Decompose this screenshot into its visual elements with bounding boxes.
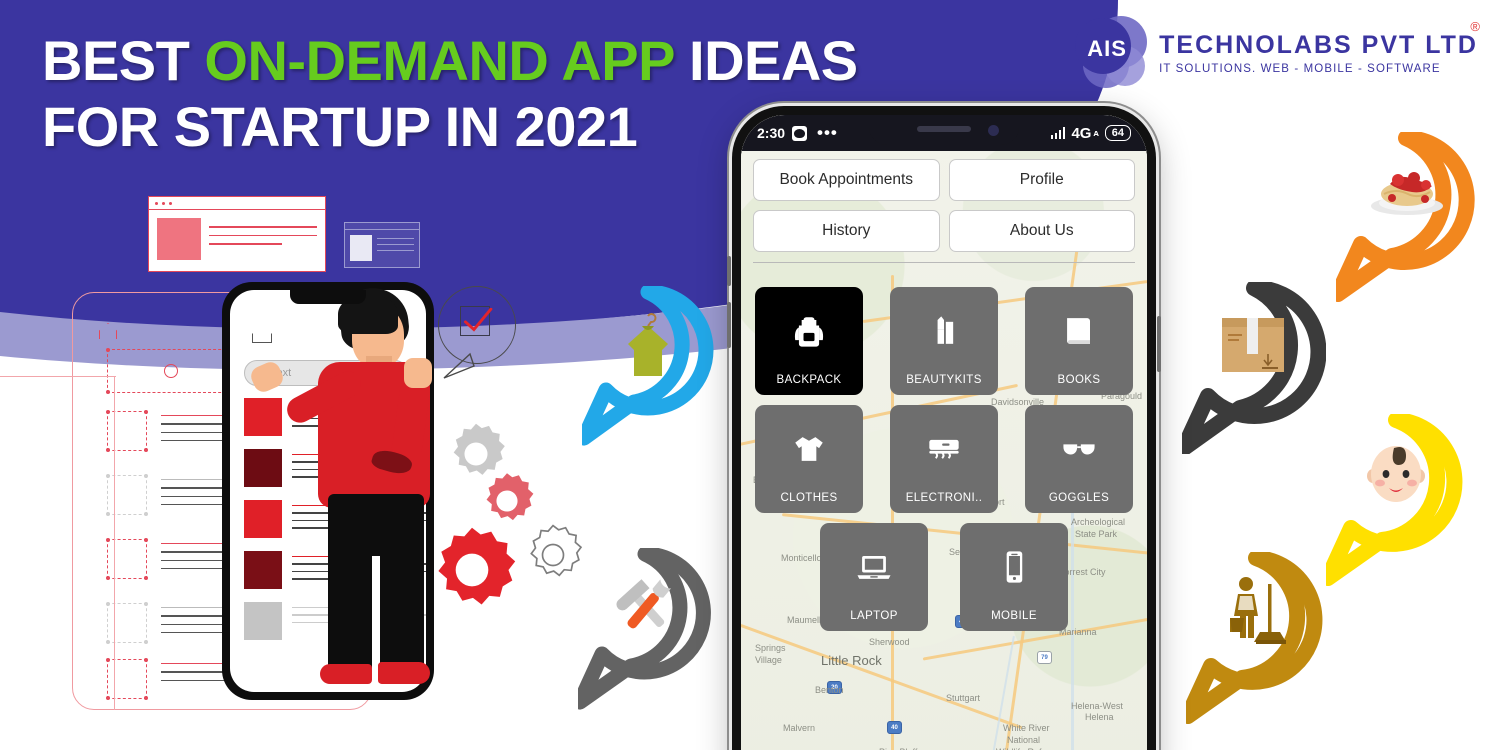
category-tile-clothes[interactable]: CLOTHES: [755, 405, 863, 513]
category-label: GOGGLES: [1048, 492, 1110, 504]
category-tile-laptop[interactable]: LAPTOP: [820, 523, 928, 631]
lipstick-icon: [890, 287, 998, 374]
front-camera: [988, 125, 999, 136]
wireframe-connector: [0, 376, 116, 378]
bubble-cleaning-service[interactable]: [1186, 552, 1326, 724]
bubble-handyman-service[interactable]: [578, 548, 712, 710]
mobile-icon: [960, 523, 1068, 610]
browser2-thumbnail: [350, 235, 372, 261]
map-label: Helena-West: [1071, 701, 1123, 711]
bubble-laundry-service[interactable]: [582, 286, 714, 446]
map-label: White River: [1003, 723, 1050, 733]
map-label: Village: [755, 655, 782, 665]
check-icon: [463, 308, 493, 332]
earpiece-speaker: [917, 126, 971, 132]
logo-mark-icon: AIS: [1075, 16, 1148, 90]
network-type: 4G: [1071, 124, 1092, 142]
tshirt-hanger-icon: [618, 310, 678, 382]
nav-button-about-us[interactable]: About Us: [948, 210, 1135, 252]
category-label: MOBILE: [991, 610, 1037, 622]
map-label: Helena: [1085, 712, 1114, 722]
browser-titlebar: [149, 197, 325, 210]
status-bar: 2:30 ••• 4G ᴀ 64: [741, 115, 1147, 151]
category-label: BEAUTYKITS: [906, 374, 982, 386]
headline-accent: ON-DEMAND APP: [204, 29, 674, 92]
bubble-babysitting-service[interactable]: [1326, 414, 1466, 586]
laptop-icon: [820, 523, 928, 610]
tshirt-icon: [755, 405, 863, 492]
pasta-plate-icon: [1368, 162, 1446, 218]
category-label: BOOKS: [1057, 374, 1101, 386]
checkbox-speech-bubble: [438, 286, 516, 379]
status-overflow-icon: •••: [817, 123, 838, 142]
company-tagline: IT SOLUTIONS. WEB - MOBILE - SOFTWARE: [1159, 63, 1441, 75]
hammer-wrench-icon: [608, 570, 682, 644]
bubble-food-delivery[interactable]: [1336, 132, 1476, 302]
browser2-text-lines: [377, 235, 414, 261]
package-box-icon: [1220, 316, 1286, 374]
book-icon: [1025, 287, 1133, 374]
status-time: 2:30: [757, 125, 786, 141]
browser-text-lines: [209, 218, 317, 260]
browser2-titlebar: [345, 223, 419, 230]
headline-pre: BEST: [42, 29, 205, 92]
phone-power-button[interactable]: [1157, 316, 1161, 372]
ac-unit-icon: [890, 405, 998, 492]
browser-wireframe-primary: [148, 196, 326, 272]
signal-bars-icon: [1050, 127, 1066, 139]
category-row: LAPTOP MOBILE: [755, 523, 1133, 631]
company-logo[interactable]: AIS ® TECHNOLABS PVT LTD IT SOLUTIONS. W…: [1075, 16, 1480, 90]
bubble-courier-delivery[interactable]: [1182, 282, 1326, 454]
backpack-icon: [755, 287, 863, 374]
category-tile-backpack[interactable]: BACKPACK: [755, 287, 863, 395]
headline-line-2: FOR STARTUP IN 2021: [42, 95, 638, 158]
category-grid: BACKPACK BEAUTYKITS BOOKS CLOTHES ELECTRONI…: [741, 287, 1147, 641]
category-tile-mobile[interactable]: MOBILE: [960, 523, 1068, 631]
category-tile-goggles[interactable]: GOGGLES: [1025, 405, 1133, 513]
map-label: Stuttgart: [946, 693, 981, 703]
nav-button-book-appointments[interactable]: Book Appointments: [753, 159, 940, 201]
nav-button-profile[interactable]: Profile: [948, 159, 1135, 201]
category-label: LAPTOP: [850, 610, 898, 622]
map-label: National: [1007, 735, 1041, 745]
nav-button-grid: Book Appointments Profile History About Us: [753, 159, 1135, 252]
maid-broom-icon: [1222, 574, 1292, 650]
home-icon[interactable]: [252, 326, 272, 343]
wireframe-connector: [114, 376, 116, 710]
nav-button-area: Book Appointments Profile History About Us: [741, 151, 1147, 271]
map-label: Springs: [755, 643, 786, 653]
snapchat-icon: [792, 125, 808, 141]
category-tile-electroni[interactable]: ELECTRONI..: [890, 405, 998, 513]
category-label: ELECTRONI..: [905, 492, 983, 504]
nav-button-history[interactable]: History: [753, 210, 940, 252]
battery-indicator: 64: [1104, 125, 1131, 141]
map-label: Benton: [815, 685, 844, 695]
baby-face-icon: [1364, 440, 1428, 506]
browser-wireframe-secondary: [344, 222, 420, 268]
category-row: CLOTHES ELECTRONI.. GOGGLES: [755, 405, 1133, 513]
hero-phone: 20 40 40 63 79 JacksonvilleMaumelleSherw…: [727, 106, 1161, 750]
category-tile-beautykits[interactable]: BEAUTYKITS: [890, 287, 998, 395]
phone-volume-up-button[interactable]: [727, 256, 731, 286]
illustration-phone-notch: [290, 290, 366, 304]
sunglasses-icon: [1025, 405, 1133, 492]
wireframe-home-icon: [99, 323, 117, 339]
category-row: BACKPACK BEAUTYKITS BOOKS: [755, 287, 1133, 395]
company-name: TECHNOLABS PVT LTD: [1159, 31, 1478, 59]
category-tile-books[interactable]: BOOKS: [1025, 287, 1133, 395]
section-divider: [753, 262, 1135, 263]
logo-mark-text: AIS: [1087, 36, 1127, 61]
category-label: BACKPACK: [776, 374, 842, 386]
category-label: CLOTHES: [780, 492, 838, 504]
registered-trademark-icon: ®: [1470, 19, 1480, 34]
phone-screen: 20 40 40 63 79 JacksonvilleMaumelleSherw…: [741, 115, 1147, 750]
browser-thumbnail: [157, 218, 201, 260]
map-label: Little Rock: [821, 653, 882, 668]
headline-post: IDEAS: [673, 29, 858, 92]
banner-canvas: BEST ON-DEMAND APP IDEAS FOR STARTUP IN …: [0, 0, 1500, 750]
phone-volume-down-button[interactable]: [727, 302, 731, 348]
map-label: Malvern: [783, 723, 816, 733]
network-suffix: ᴀ: [1093, 128, 1099, 138]
